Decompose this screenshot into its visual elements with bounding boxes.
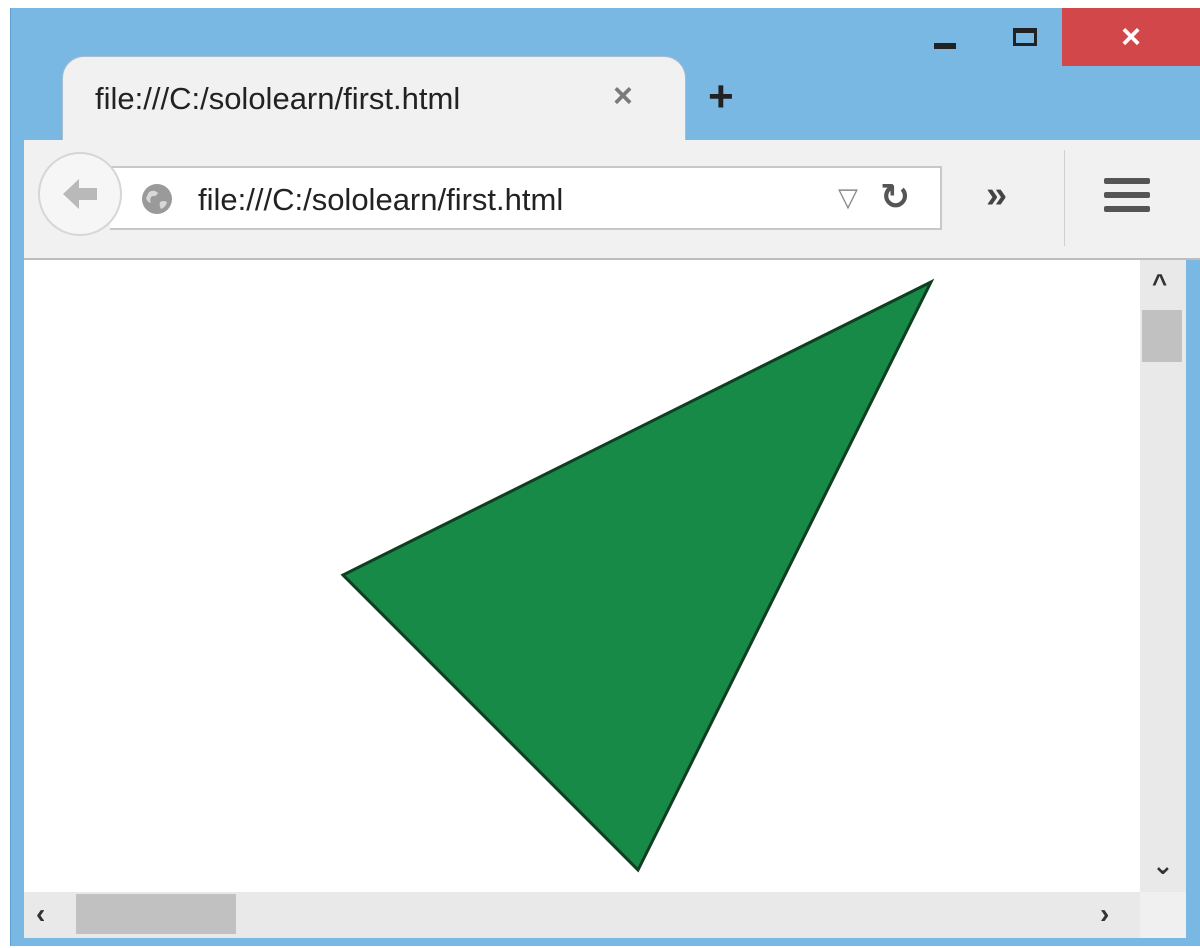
horizontal-scroll-thumb[interactable] xyxy=(76,894,236,934)
canvas xyxy=(340,278,935,873)
maximize-button[interactable] xyxy=(995,8,1055,66)
back-button[interactable] xyxy=(38,152,122,236)
page-content xyxy=(24,260,1140,892)
scroll-up-icon[interactable]: ^ xyxy=(1152,268,1167,299)
minimize-button[interactable] xyxy=(915,8,975,66)
url-text: file:///C:/sololearn/first.html xyxy=(198,182,564,217)
vertical-scroll-thumb[interactable] xyxy=(1142,310,1182,362)
globe-icon xyxy=(142,184,172,214)
tab-close-icon[interactable]: × xyxy=(613,77,633,116)
maximize-icon xyxy=(1013,28,1037,46)
scroll-right-icon[interactable]: › xyxy=(1100,898,1109,930)
scroll-down-icon[interactable]: ⌄ xyxy=(1152,850,1174,881)
navigation-toolbar: file:///C:/sololearn/first.html ▽ ↻ » xyxy=(24,140,1200,260)
minimize-icon xyxy=(934,43,956,49)
horizontal-scrollbar[interactable]: ‹ › xyxy=(24,892,1140,938)
green-triangle xyxy=(340,278,935,873)
toolbar-separator xyxy=(1064,150,1065,246)
scroll-corner xyxy=(1140,892,1186,938)
close-window-button[interactable]: × xyxy=(1062,8,1200,66)
tab-active[interactable]: file:///C:/sololearn/first.html × xyxy=(62,56,686,143)
vertical-scrollbar[interactable]: ^ ⌄ xyxy=(1140,260,1186,892)
new-tab-button[interactable]: + xyxy=(708,72,734,122)
tab-title: file:///C:/sololearn/first.html xyxy=(95,81,461,116)
dropdown-triangle-icon[interactable]: ▽ xyxy=(838,182,858,213)
reload-icon[interactable]: ↻ xyxy=(880,176,910,218)
browser-window: × file:///C:/sololearn/first.html × + fi… xyxy=(0,0,1200,948)
close-icon: × xyxy=(1121,18,1141,56)
hamburger-menu-icon[interactable] xyxy=(1104,178,1150,220)
back-arrow-icon xyxy=(63,179,97,209)
scroll-left-icon[interactable]: ‹ xyxy=(36,898,45,930)
address-bar[interactable]: file:///C:/sololearn/first.html ▽ ↻ xyxy=(110,166,942,230)
double-chevron-icon[interactable]: » xyxy=(986,174,1007,217)
